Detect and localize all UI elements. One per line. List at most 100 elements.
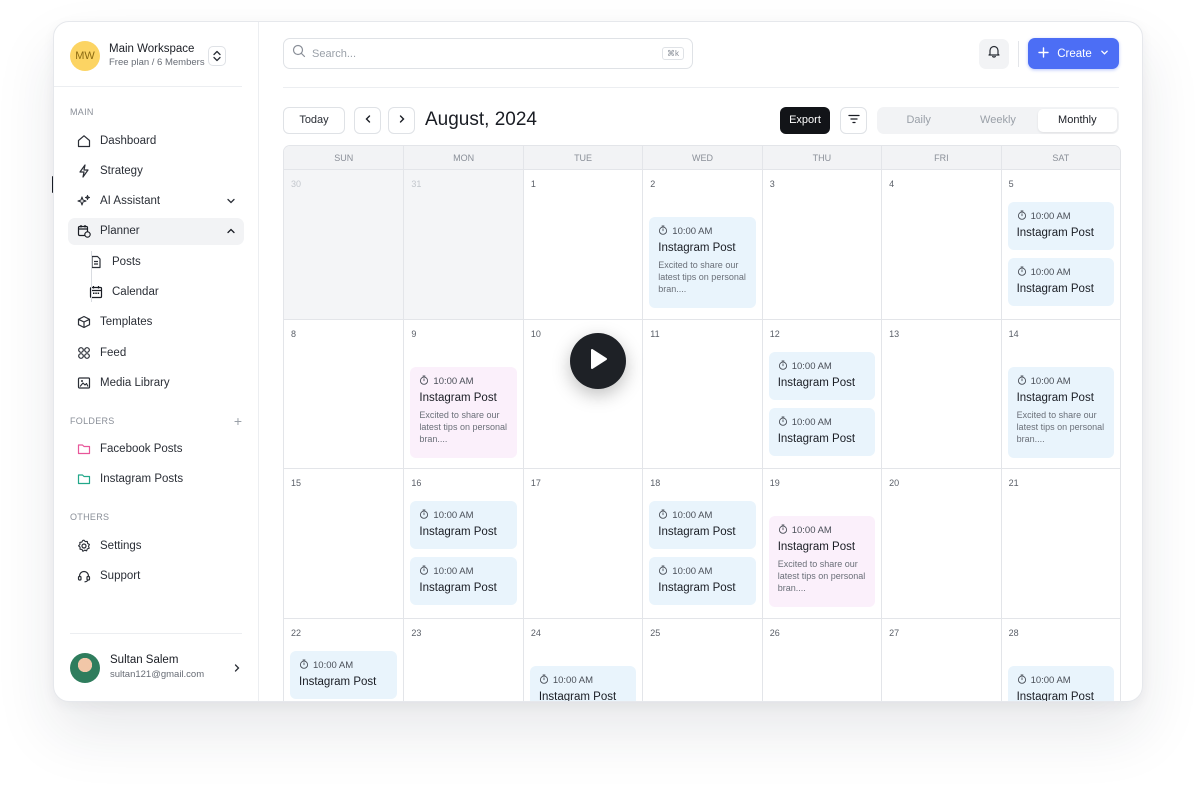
notification-button[interactable] <box>979 38 1009 69</box>
day-cell[interactable]: 11 <box>642 319 761 468</box>
calendar-icon <box>88 284 104 300</box>
event-card[interactable]: 10:00 AM Instagram Post <box>1007 202 1114 250</box>
sidebar-item-templates[interactable]: Templates <box>68 309 244 336</box>
event-time: 10:00 AM <box>791 525 832 536</box>
day-cell[interactable]: 4 <box>881 170 1000 319</box>
sidebar-item-calendar[interactable]: Calendar <box>80 278 244 305</box>
event-time: 10:00 AM <box>672 566 713 577</box>
view-daily[interactable]: Daily <box>879 109 958 132</box>
sidebar-item-label: Dashboard <box>100 134 157 147</box>
day-cell[interactable]: 19 10:00 AM Instagram Post Excited to sh… <box>761 469 881 618</box>
export-button[interactable]: Export <box>780 106 830 134</box>
sidebar-item-ai-assistant[interactable]: AI Assistant <box>68 188 244 215</box>
chevron-up-down-icon[interactable] <box>208 46 226 66</box>
sidebar-item-dashboard[interactable]: Dashboard <box>68 127 244 154</box>
day-cell[interactable]: 3 <box>761 170 881 319</box>
event-card[interactable]: 10:00 AM Instagram Post <box>410 557 517 605</box>
day-cell[interactable]: 25 <box>642 618 761 701</box>
view-weekly[interactable]: Weekly <box>958 109 1037 132</box>
day-number: 3 <box>769 179 775 189</box>
prev-month-button[interactable] <box>354 106 381 134</box>
next-month-button[interactable] <box>388 106 415 134</box>
sidebar-item-posts[interactable]: Posts <box>80 248 244 275</box>
folder-icon <box>76 471 92 487</box>
day-cell[interactable]: 16 10:00 AM Instagram Post 10:00 AM Inst… <box>403 469 522 618</box>
event-card[interactable]: 10:00 AM Instagram Post <box>649 501 756 549</box>
day-cell[interactable]: 18 10:00 AM Instagram Post 10:00 AM Inst… <box>642 469 761 618</box>
event-card[interactable]: 10:00 AM Instagram Post <box>649 557 756 605</box>
sidebar-item-media-library[interactable]: Media Library <box>68 369 244 396</box>
event-card[interactable]: 10:00 AM Instagram Post Excited to share… <box>410 366 517 458</box>
workspace-switcher[interactable]: MW Main Workspace Free plan / 6 Members <box>54 22 242 87</box>
sidebar-item-settings[interactable]: Settings <box>68 532 244 559</box>
filter-button[interactable] <box>840 106 867 134</box>
timer-icon <box>539 674 549 687</box>
event-time: 10:00 AM <box>313 659 354 671</box>
timer-icon <box>658 225 668 238</box>
day-number: 1 <box>530 179 536 189</box>
sidebar-item-feed[interactable]: Feed <box>68 339 244 366</box>
event-card[interactable]: 10:00 AM Instagram Post Excited to share… <box>649 217 756 308</box>
event-card[interactable]: 10:00 AM Instagram Post Excited to share… <box>768 516 876 607</box>
folder-item-facebook-posts[interactable]: Facebook Posts <box>68 436 244 463</box>
day-cell[interactable]: 30 <box>284 170 404 319</box>
day-cell[interactable]: 2 10:00 AM Instagram Post Excited to sha… <box>642 170 761 319</box>
bell-icon <box>987 44 1001 63</box>
day-cell[interactable]: 28 10:00 AM Instagram Post <box>1000 618 1120 702</box>
day-cell[interactable]: 5 10:00 AM Instagram Post 10:00 AM Insta… <box>1000 170 1120 319</box>
chevron-down-icon[interactable] <box>226 196 236 206</box>
chevron-right-icon[interactable] <box>232 663 242 673</box>
day-number: 5 <box>1008 179 1014 189</box>
day-cell[interactable]: 27 <box>881 618 1000 701</box>
sidebar-item-support[interactable]: Support <box>68 563 244 590</box>
day-cell[interactable]: 14 10:00 AM Instagram Post Excited to sh… <box>1000 319 1120 468</box>
day-cell[interactable]: 9 10:00 AM Instagram Post Excited to sha… <box>403 319 522 468</box>
event-card[interactable]: 10:00 AM Instagram Post <box>768 351 876 400</box>
play-icon <box>587 347 609 376</box>
event-card[interactable]: 10:00 AM Instagram Post <box>290 650 398 699</box>
day-cell[interactable]: 15 <box>284 469 403 618</box>
user-profile[interactable]: Sultan Salem sultan121@gmail.com <box>70 633 242 701</box>
day-cell[interactable]: 23 <box>403 618 522 701</box>
sidebar-item-label: Support <box>100 570 141 583</box>
event-card[interactable]: 10:00 AM Instagram Post <box>768 407 876 456</box>
day-cell[interactable]: 22 10:00 AM Instagram Post <box>284 619 403 702</box>
day-cell[interactable]: 1 <box>522 170 642 319</box>
day-number: 31 <box>411 179 422 189</box>
event-card[interactable]: 10:00 AM Instagram Post <box>1007 665 1114 702</box>
day-cell[interactable]: 21 <box>1000 469 1120 618</box>
event-card[interactable]: 10:00 AM Instagram Post <box>529 665 637 701</box>
calendar-clock-icon <box>76 223 92 239</box>
chevron-up-icon[interactable] <box>226 226 236 236</box>
event-card[interactable]: 10:00 AM Instagram Post <box>410 501 517 549</box>
timer-icon <box>1017 375 1027 388</box>
add-folder-icon[interactable]: + <box>234 414 242 428</box>
day-cell[interactable]: 24 10:00 AM Instagram Post <box>522 618 642 701</box>
search-shortcut: ⌘k <box>662 47 684 60</box>
sidebar-item-strategy[interactable]: Strategy <box>68 157 244 184</box>
weekday-label: SUN <box>334 152 354 163</box>
event-title: Instagram Post <box>1016 690 1094 702</box>
weekday-header: SUN MON TUE WED THU FRI SAT <box>284 146 1120 170</box>
day-cell[interactable]: 12 10:00 AM Instagram Post 10:00 AM Inst… <box>761 319 881 468</box>
today-button[interactable]: Today <box>283 106 345 134</box>
event-card[interactable]: 10:00 AM Instagram Post Excited to share… <box>1007 366 1114 458</box>
event-time: 10:00 AM <box>433 375 474 387</box>
play-button[interactable] <box>570 333 626 389</box>
timer-icon <box>1017 266 1027 279</box>
folder-item-instagram-posts[interactable]: Instagram Posts <box>68 466 244 493</box>
day-cell[interactable]: 31 <box>403 170 523 319</box>
day-number: 25 <box>650 627 661 638</box>
day-cell[interactable]: 26 <box>761 618 881 701</box>
search-input[interactable]: Search... ⌘k <box>283 38 693 69</box>
sidebar-item-planner[interactable]: Planner <box>68 217 244 245</box>
section-label-others: OTHERS <box>70 512 110 523</box>
create-button[interactable]: Create <box>1028 38 1119 69</box>
view-monthly[interactable]: Monthly <box>1037 108 1117 132</box>
day-cell[interactable]: 8 <box>284 320 403 469</box>
day-cell[interactable]: 20 <box>881 469 1000 618</box>
event-title: Instagram Post <box>419 582 497 594</box>
day-cell[interactable]: 13 <box>881 319 1000 468</box>
event-card[interactable]: 10:00 AM Instagram Post <box>1007 258 1114 306</box>
day-cell[interactable]: 17 <box>522 469 642 618</box>
